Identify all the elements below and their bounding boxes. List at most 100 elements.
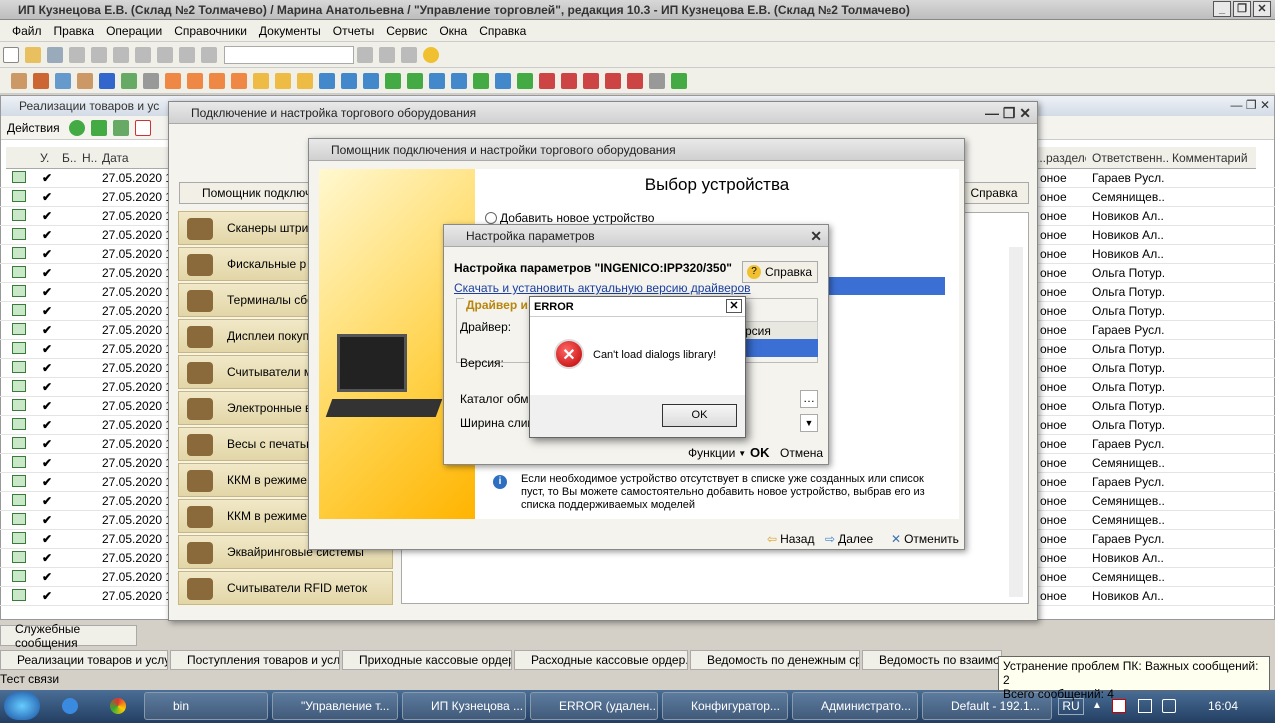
wizard-cancel-button[interactable]: ✕ Отменить: [891, 532, 959, 546]
doc-icon[interactable]: [517, 72, 533, 89]
taskbar-item[interactable]: Администрато...: [792, 692, 918, 720]
search-icon[interactable]: [201, 46, 217, 63]
doc-icon[interactable]: [671, 72, 687, 89]
flag-alert-icon[interactable]: [1112, 699, 1126, 713]
doc-icon[interactable]: [231, 72, 247, 89]
doc-icon[interactable]: [11, 72, 27, 89]
print-icon[interactable]: [135, 46, 151, 63]
new-icon[interactable]: [3, 46, 19, 63]
network-icon[interactable]: [1138, 699, 1152, 713]
service-messages-tab[interactable]: Служебные сообщения: [0, 622, 137, 650]
doc-icon[interactable]: [275, 72, 291, 89]
equipment-type-item[interactable]: Считыватели RFID меток: [178, 571, 393, 605]
cut-icon[interactable]: [69, 46, 85, 63]
params-ok-button[interactable]: OK: [750, 445, 770, 460]
close-icon[interactable]: ✕: [726, 299, 742, 313]
doc-icon[interactable]: [99, 72, 115, 89]
window-tab[interactable]: Ведомость по денежным ср...: [690, 650, 860, 670]
params-cancel-button[interactable]: Отмена: [780, 446, 823, 460]
doc-icon[interactable]: [407, 72, 423, 89]
doc-icon[interactable]: [385, 72, 401, 89]
doc-icon[interactable]: [121, 72, 137, 89]
doc-icon[interactable]: [451, 72, 467, 89]
doc-icon[interactable]: [209, 72, 225, 89]
doc-icon[interactable]: [561, 72, 577, 89]
menu-edit[interactable]: Правка: [48, 24, 101, 38]
col-header[interactable]: Б..: [62, 151, 77, 165]
doc-icon[interactable]: [539, 72, 555, 89]
undo-icon[interactable]: [157, 46, 173, 63]
redo-icon[interactable]: [179, 46, 195, 63]
start-button[interactable]: [4, 692, 40, 720]
doc-icon[interactable]: [495, 72, 511, 89]
tray-up-icon[interactable]: ▲: [1092, 700, 1102, 711]
volume-icon[interactable]: [1162, 699, 1176, 713]
find-prev-icon[interactable]: [379, 46, 395, 63]
wizard-next-button[interactable]: ⇨ Далее: [825, 532, 873, 546]
doc-icon[interactable]: [143, 72, 159, 89]
download-drivers-link[interactable]: Скачать и установить актуальную версию д…: [454, 281, 751, 295]
list-window-controls[interactable]: — ❐ ✕: [1231, 98, 1270, 112]
dropdown-arrow-icon[interactable]: ▼: [800, 414, 818, 432]
copy-icon[interactable]: [91, 46, 107, 63]
doc-icon[interactable]: [583, 72, 599, 89]
window-controls[interactable]: — ❐ ✕: [985, 105, 1031, 122]
menu-help[interactable]: Справка: [473, 24, 532, 38]
maximize-button[interactable]: ❐: [1233, 1, 1251, 17]
doc-icon[interactable]: [187, 72, 203, 89]
doc-icon[interactable]: [473, 72, 489, 89]
delete-icon[interactable]: [134, 119, 151, 136]
doc-icon[interactable]: [253, 72, 269, 89]
doc-icon[interactable]: [429, 72, 445, 89]
search-input[interactable]: [224, 45, 354, 64]
menu-windows[interactable]: Окна: [433, 24, 473, 38]
chrome-icon[interactable]: [110, 698, 126, 714]
taskbar-item[interactable]: bin: [144, 692, 268, 720]
doc-icon[interactable]: [627, 72, 643, 89]
doc-icon[interactable]: [363, 72, 379, 89]
error-ok-button[interactable]: OK: [662, 404, 737, 427]
edit-icon[interactable]: [112, 119, 129, 136]
windows-icon[interactable]: [401, 46, 417, 63]
window-tab[interactable]: Расходные кассовые ордер...: [514, 650, 688, 670]
menu-documents[interactable]: Документы: [253, 24, 327, 38]
add-new-radio[interactable]: Добавить новое устройство: [485, 211, 654, 225]
assistant-button[interactable]: Помощник подключе: [179, 182, 309, 204]
doc-icon[interactable]: [649, 72, 665, 89]
find-next-icon[interactable]: [357, 46, 373, 63]
col-header[interactable]: Н..: [82, 151, 97, 165]
help-button[interactable]: Справка: [959, 182, 1029, 204]
doc-icon[interactable]: [605, 72, 621, 89]
window-tab[interactable]: Реализации товаров и услуг...: [0, 650, 168, 670]
info-icon[interactable]: [423, 46, 439, 63]
close-button[interactable]: ✕: [1253, 1, 1271, 17]
params-help-button[interactable]: ? Справка: [742, 261, 818, 283]
version-selected-row[interactable]: [742, 339, 818, 357]
add-icon[interactable]: [68, 119, 85, 136]
close-icon[interactable]: ✕: [810, 228, 822, 245]
window-tab[interactable]: Приходные кассовые ордер...: [342, 650, 512, 670]
taskbar-item[interactable]: ИП Кузнецова ...: [402, 692, 526, 720]
paste-icon[interactable]: [113, 46, 129, 63]
actions-menu[interactable]: Действия: [1, 121, 66, 135]
open-icon[interactable]: [25, 46, 41, 63]
minimize-button[interactable]: _: [1213, 1, 1231, 17]
doc-icon[interactable]: [165, 72, 181, 89]
browse-button[interactable]: …: [800, 390, 818, 408]
taskbar-item[interactable]: Конфигуратор...: [662, 692, 788, 720]
col-header[interactable]: ...разделе...: [1036, 151, 1086, 165]
doc-icon[interactable]: [341, 72, 357, 89]
col-header[interactable]: У.: [40, 151, 49, 165]
doc-icon[interactable]: [297, 72, 313, 89]
col-header[interactable]: Ответственн...: [1092, 151, 1170, 165]
doc-icon[interactable]: [319, 72, 335, 89]
doc-icon[interactable]: [77, 72, 93, 89]
menu-references[interactable]: Справочники: [168, 24, 253, 38]
menu-operations[interactable]: Операции: [100, 24, 168, 38]
functions-menu[interactable]: Функции ▼: [688, 446, 746, 460]
save-icon[interactable]: [47, 46, 63, 63]
doc-icon[interactable]: [55, 72, 71, 89]
col-header[interactable]: Комментарий: [1172, 151, 1248, 165]
window-tab[interactable]: Ведомость по взаимо: [862, 650, 1002, 670]
wizard-back-button[interactable]: ⇦ Назад: [767, 532, 814, 546]
